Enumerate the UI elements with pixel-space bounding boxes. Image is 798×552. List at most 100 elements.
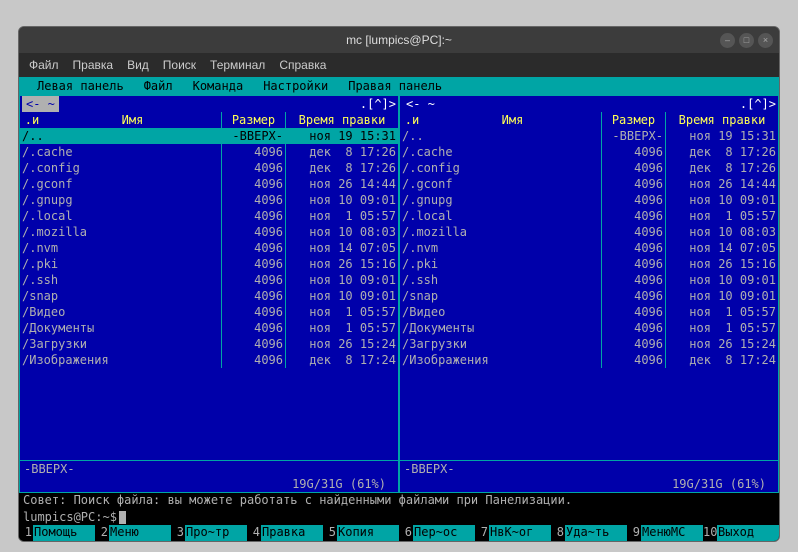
fkey-number: 4 <box>247 525 261 541</box>
file-date: ноя 1 05:57 <box>286 320 398 336</box>
close-button[interactable]: × <box>758 33 773 48</box>
col-header-size[interactable]: Размер <box>602 112 666 128</box>
mc-menu-file[interactable]: Файл <box>134 79 183 93</box>
file-name: /Видео <box>20 304 222 320</box>
table-row[interactable]: /.nvm4096ноя 14 07:05 <box>400 240 778 256</box>
table-row[interactable]: /snap4096ноя 10 09:01 <box>400 288 778 304</box>
table-row[interactable]: /.config4096дек 8 17:26 <box>20 160 398 176</box>
fkey-2[interactable]: 2Меню <box>95 525 171 541</box>
mc-menu-right[interactable]: Правая панель <box>338 79 452 93</box>
table-row[interactable]: /.mozilla4096ноя 10 08:03 <box>20 224 398 240</box>
table-row[interactable]: /Изображения4096дек 8 17:24 <box>20 352 398 368</box>
menu-search[interactable]: Поиск <box>163 58 196 72</box>
file-date: ноя 10 09:01 <box>286 272 398 288</box>
fkey-number: 5 <box>323 525 337 541</box>
menu-terminal[interactable]: Терминал <box>210 58 265 72</box>
file-name: /Документы <box>400 320 602 336</box>
col-header-name[interactable]: Имя <box>44 112 222 128</box>
table-row[interactable]: /Загрузки4096ноя 26 15:24 <box>20 336 398 352</box>
minimize-button[interactable]: – <box>720 33 735 48</box>
table-row[interactable]: /.nvm4096ноя 14 07:05 <box>20 240 398 256</box>
table-row[interactable]: /.cache4096дек 8 17:26 <box>400 144 778 160</box>
fkey-label: Уда~ть <box>565 525 627 541</box>
col-header-date[interactable]: Время правки <box>666 112 778 128</box>
fkey-label: Выход <box>717 525 779 541</box>
fkey-9[interactable]: 9МенюМС <box>627 525 703 541</box>
maximize-button[interactable]: □ <box>739 33 754 48</box>
fkey-number: 9 <box>627 525 641 541</box>
left-panel-path[interactable]: <- ~ <box>22 96 59 112</box>
table-row[interactable]: /Документы4096ноя 1 05:57 <box>400 320 778 336</box>
col-header-size[interactable]: Размер <box>222 112 286 128</box>
fkey-8[interactable]: 8Уда~ть <box>551 525 627 541</box>
fkey-4[interactable]: 4Правка <box>247 525 323 541</box>
file-name: /.cache <box>400 144 602 160</box>
fkey-number: 1 <box>19 525 33 541</box>
file-date: ноя 10 08:03 <box>286 224 398 240</box>
file-date: ноя 26 15:24 <box>286 336 398 352</box>
table-row[interactable]: /.gnupg4096ноя 10 09:01 <box>20 192 398 208</box>
col-header-n[interactable]: .и <box>400 112 424 128</box>
table-row[interactable]: /Видео4096ноя 1 05:57 <box>400 304 778 320</box>
table-row[interactable]: /.gnupg4096ноя 10 09:01 <box>400 192 778 208</box>
table-row[interactable]: /.config4096дек 8 17:26 <box>400 160 778 176</box>
table-row[interactable]: /Видео4096ноя 1 05:57 <box>20 304 398 320</box>
right-panel[interactable]: <- ~ .[^]> .и Имя Размер Время правки /.… <box>399 95 779 493</box>
file-date: ноя 14 07:05 <box>666 240 778 256</box>
table-row[interactable]: /snap4096ноя 10 09:01 <box>20 288 398 304</box>
command-prompt[interactable]: lumpics@PC:~$ <box>19 509 779 525</box>
file-name: /Изображения <box>20 352 222 368</box>
left-panel-corner: .[^]> <box>360 96 396 112</box>
file-size: 4096 <box>222 160 286 176</box>
fkey-5[interactable]: 5Копия <box>323 525 399 541</box>
table-row[interactable]: /.pki4096ноя 26 15:16 <box>400 256 778 272</box>
menu-file[interactable]: Файл <box>29 58 59 72</box>
file-date: ноя 26 15:16 <box>666 256 778 272</box>
file-date: ноя 14 07:05 <box>286 240 398 256</box>
file-date: дек 8 17:24 <box>286 352 398 368</box>
fkey-3[interactable]: 3Про~тр <box>171 525 247 541</box>
mc-menu-left[interactable]: Левая панель <box>27 79 134 93</box>
file-size: 4096 <box>222 176 286 192</box>
file-size: 4096 <box>222 192 286 208</box>
file-date: ноя 10 09:01 <box>286 288 398 304</box>
file-name: /.mozilla <box>20 224 222 240</box>
file-date: ноя 26 15:24 <box>666 336 778 352</box>
menu-view[interactable]: Вид <box>127 58 149 72</box>
table-row[interactable]: /.ssh4096ноя 10 09:01 <box>400 272 778 288</box>
table-row[interactable]: /.local4096ноя 1 05:57 <box>20 208 398 224</box>
table-row[interactable]: /..-ВВЕРХ-ноя 19 15:31 <box>400 128 778 144</box>
file-size: 4096 <box>602 160 666 176</box>
table-row[interactable]: /.cache4096дек 8 17:26 <box>20 144 398 160</box>
col-header-date[interactable]: Время правки <box>286 112 398 128</box>
col-header-name[interactable]: Имя <box>424 112 602 128</box>
fkey-6[interactable]: 6Пер~ос <box>399 525 475 541</box>
file-name: /.config <box>400 160 602 176</box>
fkey-7[interactable]: 7НвК~ог <box>475 525 551 541</box>
file-name: /.gnupg <box>20 192 222 208</box>
file-size: 4096 <box>602 240 666 256</box>
table-row[interactable]: /.pki4096ноя 26 15:16 <box>20 256 398 272</box>
file-date: ноя 10 09:01 <box>666 192 778 208</box>
table-row[interactable]: /..-ВВЕРХ-ноя 19 15:31 <box>20 128 398 144</box>
fkey-10[interactable]: 10Выход <box>703 525 779 541</box>
mc-menu-options[interactable]: Настройки <box>253 79 338 93</box>
menu-edit[interactable]: Правка <box>73 58 114 72</box>
col-header-n[interactable]: .и <box>20 112 44 128</box>
table-row[interactable]: /.gconf4096ноя 26 14:44 <box>400 176 778 192</box>
table-row[interactable]: /.mozilla4096ноя 10 08:03 <box>400 224 778 240</box>
mc-menu-command[interactable]: Команда <box>183 79 254 93</box>
file-name: /Видео <box>400 304 602 320</box>
right-panel-path[interactable]: <- ~ <box>402 96 439 112</box>
fkey-label: Правка <box>261 525 323 541</box>
left-panel-rows: /..-ВВЕРХ-ноя 19 15:31/.cache4096дек 8 1… <box>20 128 398 460</box>
table-row[interactable]: /Загрузки4096ноя 26 15:24 <box>400 336 778 352</box>
left-panel[interactable]: <- ~ .[^]> .и Имя Размер Время правки /.… <box>19 95 399 493</box>
table-row[interactable]: /.local4096ноя 1 05:57 <box>400 208 778 224</box>
table-row[interactable]: /Изображения4096дек 8 17:24 <box>400 352 778 368</box>
menu-help[interactable]: Справка <box>279 58 326 72</box>
table-row[interactable]: /Документы4096ноя 1 05:57 <box>20 320 398 336</box>
table-row[interactable]: /.gconf4096ноя 26 14:44 <box>20 176 398 192</box>
fkey-1[interactable]: 1Помощь <box>19 525 95 541</box>
table-row[interactable]: /.ssh4096ноя 10 09:01 <box>20 272 398 288</box>
